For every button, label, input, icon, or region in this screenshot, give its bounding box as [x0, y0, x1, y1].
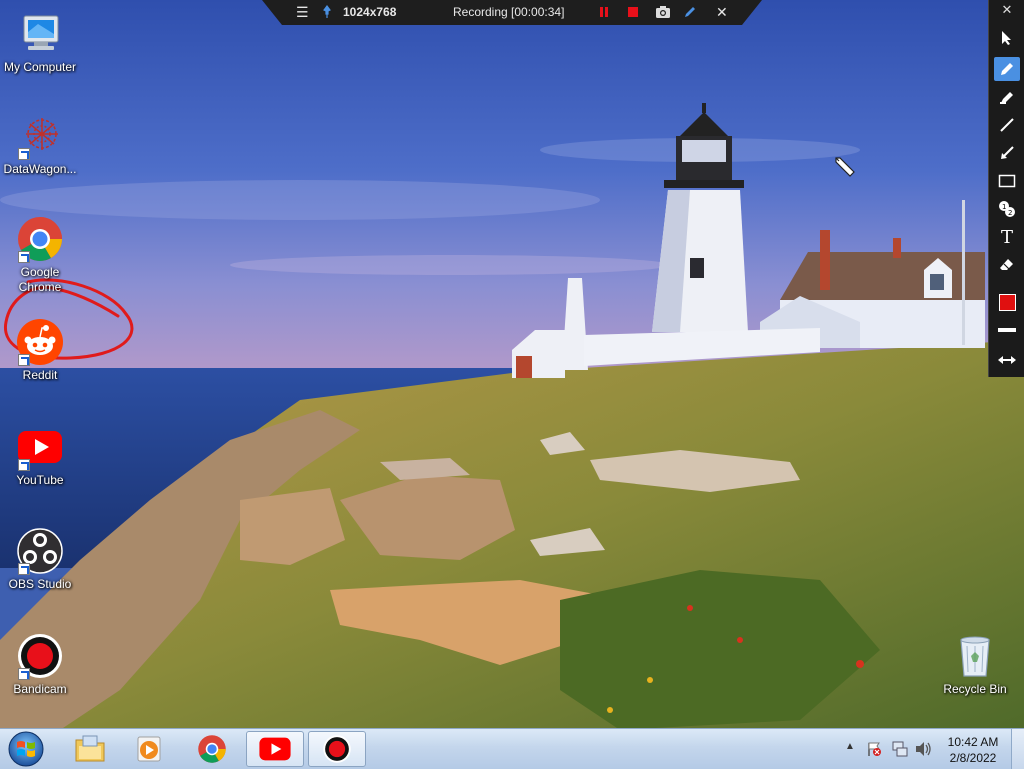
desktop-icon-google-chrome[interactable]: Google Chrome: [0, 215, 80, 295]
media-player-icon: [137, 736, 161, 762]
camera-icon: [656, 6, 670, 18]
desktop-icon-obs-studio[interactable]: OBS Studio: [0, 527, 80, 592]
action-center-flag-icon[interactable]: [866, 741, 882, 757]
taskbar-clock[interactable]: 10:42 AM 2/8/2022: [942, 734, 1004, 766]
shortcut-arrow-icon: [18, 148, 30, 160]
start-button[interactable]: [4, 729, 48, 769]
recording-status: Recording [00:00:34]: [453, 5, 565, 19]
toolbar-close-button[interactable]: ✕: [994, 0, 1020, 20]
taskbar-media-player[interactable]: [122, 731, 178, 767]
current-color-swatch: [998, 293, 1016, 311]
pen-cursor-icon: [835, 157, 855, 177]
shortcut-arrow-icon: [18, 563, 30, 575]
desktop-icon-datawagon[interactable]: DataWagon...: [0, 112, 80, 177]
show-hidden-icons-button[interactable]: ▲: [845, 741, 855, 752]
desktop-icon-label: OBS Studio: [8, 577, 72, 591]
pause-button[interactable]: [598, 5, 610, 20]
desktop-icon-label: DataWagon...: [3, 162, 77, 176]
desktop-icon-my-computer[interactable]: My Computer: [0, 10, 80, 75]
desktop-icon-youtube[interactable]: YouTube: [0, 423, 80, 488]
desktop-icon-label: Google Chrome: [18, 265, 62, 294]
highlighter-tool-icon[interactable]: [994, 85, 1020, 109]
chrome-icon: [198, 735, 226, 763]
taskbar-bandicam[interactable]: [308, 731, 366, 767]
svg-text:2: 2: [1008, 209, 1012, 217]
draw-mode-button[interactable]: [683, 5, 697, 20]
eraser-tool-icon[interactable]: [994, 253, 1020, 277]
arrow-tool-icon[interactable]: [994, 141, 1020, 165]
toolbar-expand-button[interactable]: [994, 350, 1020, 370]
taskbar-explorer[interactable]: [62, 731, 118, 767]
pin-icon[interactable]: [320, 5, 334, 20]
desktop-icon-reddit[interactable]: Reddit: [0, 318, 80, 383]
recording-control-bar: ☰ 1024x768 Recording [00:00:34] ✕: [262, 0, 762, 25]
desktop-icon-label: My Computer: [3, 60, 77, 74]
draw-toolbar: ✕ 12 T: [988, 0, 1024, 377]
desktop-icon-label: Recycle Bin: [943, 682, 1007, 696]
shortcut-arrow-icon: [18, 354, 30, 366]
network-icon[interactable]: [891, 740, 909, 758]
stop-icon: [628, 7, 638, 17]
clock-time: 10:42 AM: [947, 735, 999, 749]
desktop-wallpaper: [0, 0, 1024, 730]
desktop-icon-bandicam[interactable]: Bandicam: [0, 632, 80, 697]
numbering-tool-icon[interactable]: 12: [994, 197, 1020, 221]
pencil-icon: [685, 7, 695, 17]
stop-button[interactable]: [626, 5, 640, 20]
pen-tool-icon[interactable]: [994, 57, 1020, 81]
clock-date: 2/8/2022: [949, 751, 997, 765]
line-tool-icon[interactable]: [994, 113, 1020, 137]
desktop-icon-recycle-bin[interactable]: Recycle Bin: [935, 632, 1015, 697]
text-tool-icon[interactable]: T: [994, 225, 1020, 249]
windows-explorer-icon: [75, 735, 105, 762]
color-picker-swatch[interactable]: [994, 290, 1020, 314]
shortcut-arrow-icon: [18, 668, 30, 680]
taskbar-chrome[interactable]: [184, 731, 240, 767]
recording-resolution: 1024x768: [343, 5, 397, 19]
youtube-icon: [259, 737, 291, 761]
taskbar-youtube[interactable]: [246, 731, 304, 767]
rectangle-tool-icon[interactable]: [994, 169, 1020, 193]
shortcut-arrow-icon: [18, 251, 30, 263]
pause-icon: [600, 7, 608, 17]
svg-text:1: 1: [1002, 203, 1006, 211]
show-desktop-button[interactable]: [1011, 729, 1024, 769]
cursor-tool-icon[interactable]: [994, 26, 1020, 50]
desktop-icon-label: Bandicam: [13, 682, 67, 696]
shortcut-arrow-icon: [18, 459, 30, 471]
recycle-bin-icon: [960, 636, 990, 677]
screenshot-button[interactable]: [655, 5, 671, 20]
line-width-button[interactable]: [994, 318, 1020, 342]
volume-icon[interactable]: [914, 741, 932, 757]
menu-icon[interactable]: ☰: [296, 5, 309, 20]
desktop-icon-label: Reddit: [22, 368, 58, 382]
taskbar: ▲ 10:42 AM 2/8/2022: [0, 728, 1024, 769]
close-button[interactable]: ✕: [716, 5, 728, 20]
computer-icon: [23, 15, 59, 50]
windows-logo-icon: [8, 731, 44, 767]
bandicam-icon: [323, 735, 351, 763]
desktop-icon-label: YouTube: [16, 473, 64, 487]
line-width-indicator: [998, 328, 1016, 332]
